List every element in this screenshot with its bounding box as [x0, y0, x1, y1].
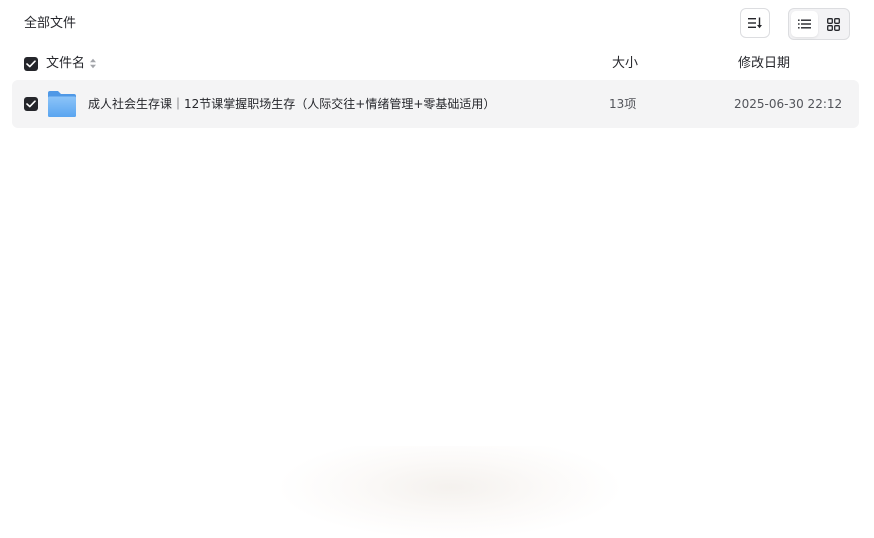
- file-name[interactable]: 成人社会生存课｜12节课掌握职场生存（人际交往+情绪管理+零基础适用）: [88, 94, 495, 114]
- page-title: 全部文件: [24, 16, 77, 31]
- sort-toggle-icon[interactable]: [89, 57, 97, 70]
- grid-view-icon: [827, 17, 840, 31]
- grid-view-button[interactable]: [820, 11, 847, 37]
- table-row[interactable]: 成人社会生存课｜12节课掌握职场生存（人际交往+情绪管理+零基础适用） 13项 …: [12, 80, 859, 128]
- sort-button[interactable]: [740, 8, 770, 38]
- checkmark-icon: [26, 60, 36, 68]
- list-view-icon: [798, 19, 811, 29]
- file-modified-date: 2025-06-30 22:12: [734, 97, 843, 111]
- folder-icon: [48, 91, 76, 117]
- view-toggle: [788, 8, 850, 40]
- list-view-button[interactable]: [791, 11, 818, 37]
- sort-list-icon: [748, 17, 762, 29]
- select-all-checkbox[interactable]: [24, 57, 38, 71]
- column-header-name[interactable]: 文件名: [46, 52, 85, 76]
- checkmark-icon: [26, 100, 36, 108]
- file-browser: 全部文件 文件名 大小 修改日期 成人社会生存课｜12节课掌握职场生存（人际交往…: [0, 0, 874, 538]
- column-header-size[interactable]: 大小: [612, 52, 638, 76]
- file-size: 13项: [609, 97, 637, 111]
- row-checkbox[interactable]: [24, 97, 38, 111]
- table-header: 文件名 大小 修改日期: [0, 52, 874, 76]
- background-glow: [280, 446, 620, 538]
- column-header-modified[interactable]: 修改日期: [738, 52, 790, 76]
